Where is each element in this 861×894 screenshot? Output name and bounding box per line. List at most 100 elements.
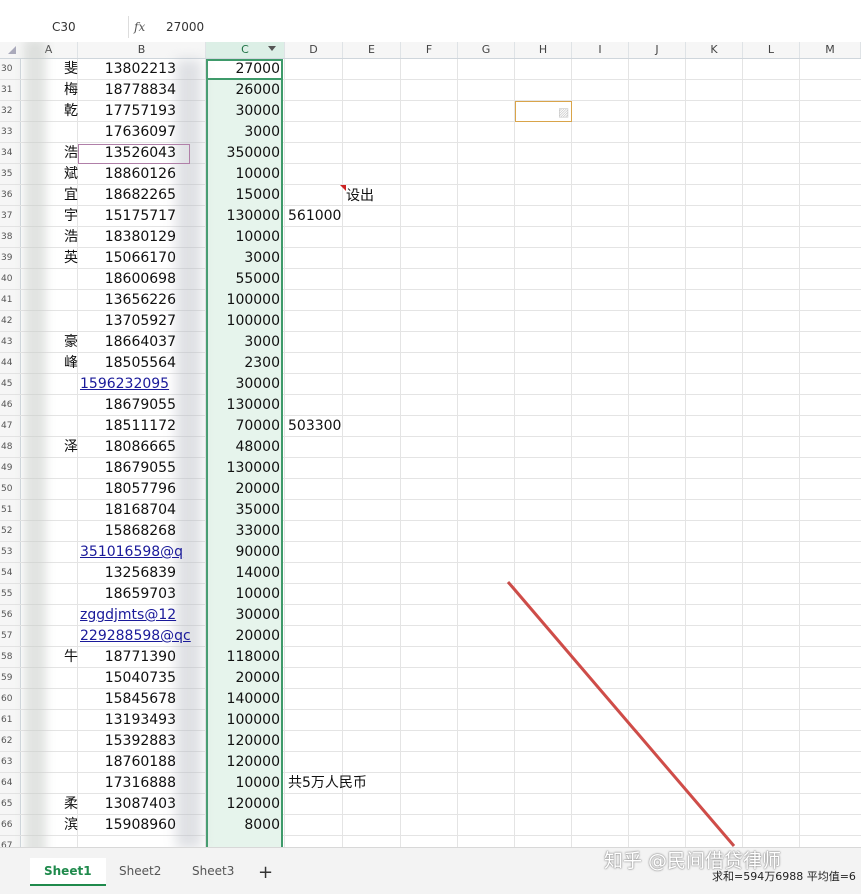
cell-name[interactable] — [26, 458, 78, 479]
cell-phone[interactable]: 18505564 — [80, 353, 176, 374]
cell-amount[interactable]: 3000 — [210, 332, 280, 353]
cell-name[interactable]: 乾 — [26, 101, 78, 122]
cell-subtotal[interactable] — [288, 584, 488, 605]
cell-name[interactable] — [26, 605, 78, 626]
cell-amount[interactable]: 27000 — [210, 59, 280, 80]
row-header-60[interactable]: 60 — [0, 689, 20, 710]
row-header-38[interactable]: 38 — [0, 227, 20, 248]
cell-amount[interactable]: 14000 — [210, 563, 280, 584]
cell-phone[interactable]: 13193493 — [80, 710, 176, 731]
cell-name[interactable]: 宇 — [26, 206, 78, 227]
cell-subtotal[interactable] — [288, 143, 488, 164]
cell-subtotal[interactable] — [288, 563, 488, 584]
row-header-51[interactable]: 51 — [0, 500, 20, 521]
row-header-55[interactable]: 55 — [0, 584, 20, 605]
column-header-e[interactable]: E — [343, 42, 401, 58]
row-header-47[interactable]: 47 — [0, 416, 20, 437]
column-header-k[interactable]: K — [686, 42, 743, 58]
cell-name[interactable]: 斐 — [26, 59, 78, 80]
row-header-45[interactable]: 45 — [0, 374, 20, 395]
cell-phone[interactable]: 13087403 — [80, 794, 176, 815]
cell-subtotal[interactable] — [288, 731, 488, 752]
cell-phone[interactable]: 18380129 — [80, 227, 176, 248]
row-header-63[interactable]: 63 — [0, 752, 20, 773]
cell-name[interactable] — [26, 416, 78, 437]
cell-name[interactable] — [26, 773, 78, 794]
cell-subtotal[interactable] — [288, 689, 488, 710]
row-header-62[interactable]: 62 — [0, 731, 20, 752]
cell-subtotal[interactable] — [288, 500, 488, 521]
cell-amount[interactable]: 100000 — [210, 311, 280, 332]
cell-name[interactable] — [26, 584, 78, 605]
cell-subtotal[interactable] — [288, 353, 488, 374]
column-header-h[interactable]: H — [515, 42, 572, 58]
row-header-66[interactable]: 66 — [0, 815, 20, 836]
cell-phone[interactable]: 17316888 — [80, 773, 176, 794]
cell-subtotal[interactable] — [288, 647, 488, 668]
row-header-65[interactable]: 65 — [0, 794, 20, 815]
cell-phone[interactable]: 18057796 — [80, 479, 176, 500]
cell-name[interactable] — [26, 563, 78, 584]
row-header-49[interactable]: 49 — [0, 458, 20, 479]
cell-amount[interactable]: 118000 — [210, 647, 280, 668]
row-header-57[interactable]: 57 — [0, 626, 20, 647]
cell-name[interactable] — [26, 521, 78, 542]
filter-dropdown-icon[interactable] — [268, 46, 276, 51]
cell-phone[interactable]: 17636097 — [80, 122, 176, 143]
cell-name[interactable]: 豪 — [26, 332, 78, 353]
column-header-f[interactable]: F — [401, 42, 458, 58]
row-header-52[interactable]: 52 — [0, 521, 20, 542]
cell-subtotal[interactable] — [288, 668, 488, 689]
cell-name[interactable]: 泽 — [26, 437, 78, 458]
cell-amount[interactable]: 20000 — [210, 479, 280, 500]
cell-amount[interactable]: 130000 — [210, 395, 280, 416]
cell-phone[interactable]: 13256839 — [80, 563, 176, 584]
cell-amount[interactable]: 55000 — [210, 269, 280, 290]
cell-amount[interactable]: 350000 — [210, 143, 280, 164]
row-header-40[interactable]: 40 — [0, 269, 20, 290]
cell-name[interactable]: 峰 — [26, 353, 78, 374]
row-header-39[interactable]: 39 — [0, 248, 20, 269]
cell-name[interactable] — [26, 542, 78, 563]
cell-name[interactable]: 柔 — [26, 794, 78, 815]
cell-subtotal[interactable] — [288, 437, 488, 458]
cell-amount[interactable]: 10000 — [210, 773, 280, 794]
cell-amount[interactable]: 140000 — [210, 689, 280, 710]
cell-subtotal[interactable]: 503300 — [288, 416, 488, 437]
add-sheet-button[interactable]: + — [258, 864, 273, 882]
cell-amount[interactable]: 100000 — [210, 710, 280, 731]
cell-subtotal[interactable] — [288, 395, 488, 416]
cell-area[interactable]: 斐 13802213 27000 梅 18778834 26000 乾 17757193 300… — [20, 42, 861, 847]
cell-amount[interactable]: 3000 — [210, 248, 280, 269]
row-header-44[interactable]: 44 — [0, 353, 20, 374]
cell-subtotal[interactable] — [288, 332, 488, 353]
cell-amount[interactable]: 35000 — [210, 500, 280, 521]
cell-name[interactable] — [26, 710, 78, 731]
cell-phone[interactable]: 18511172 — [80, 416, 176, 437]
cell-phone[interactable]: 18760188 — [80, 752, 176, 773]
cell-subtotal[interactable] — [288, 185, 488, 206]
cell-name[interactable] — [26, 752, 78, 773]
row-header-30[interactable]: 30 — [0, 59, 20, 80]
cell-subtotal[interactable] — [288, 59, 488, 80]
name-box[interactable]: C30 — [8, 16, 126, 38]
select-all-icon[interactable] — [8, 46, 16, 54]
cell-amount[interactable]: 90000 — [210, 542, 280, 563]
row-header-37[interactable]: 37 — [0, 206, 20, 227]
cell-name[interactable] — [26, 668, 78, 689]
cell-amount[interactable]: 120000 — [210, 794, 280, 815]
cell-amount[interactable]: 10000 — [210, 164, 280, 185]
cell-amount[interactable]: 120000 — [210, 731, 280, 752]
cell-subtotal[interactable] — [288, 542, 488, 563]
row-header-48[interactable]: 48 — [0, 437, 20, 458]
cell-subtotal[interactable] — [288, 374, 488, 395]
cell-amount[interactable]: 20000 — [210, 626, 280, 647]
row-header-64[interactable]: 64 — [0, 773, 20, 794]
cell-phone[interactable]: 18679055 — [80, 395, 176, 416]
cell-phone[interactable]: 15845678 — [80, 689, 176, 710]
cell-name[interactable]: 英 — [26, 248, 78, 269]
cell-subtotal[interactable] — [288, 752, 488, 773]
cell-phone[interactable]: 18682265 — [80, 185, 176, 206]
cell-subtotal[interactable] — [288, 80, 488, 101]
formula-input[interactable]: 27000 — [166, 16, 204, 38]
